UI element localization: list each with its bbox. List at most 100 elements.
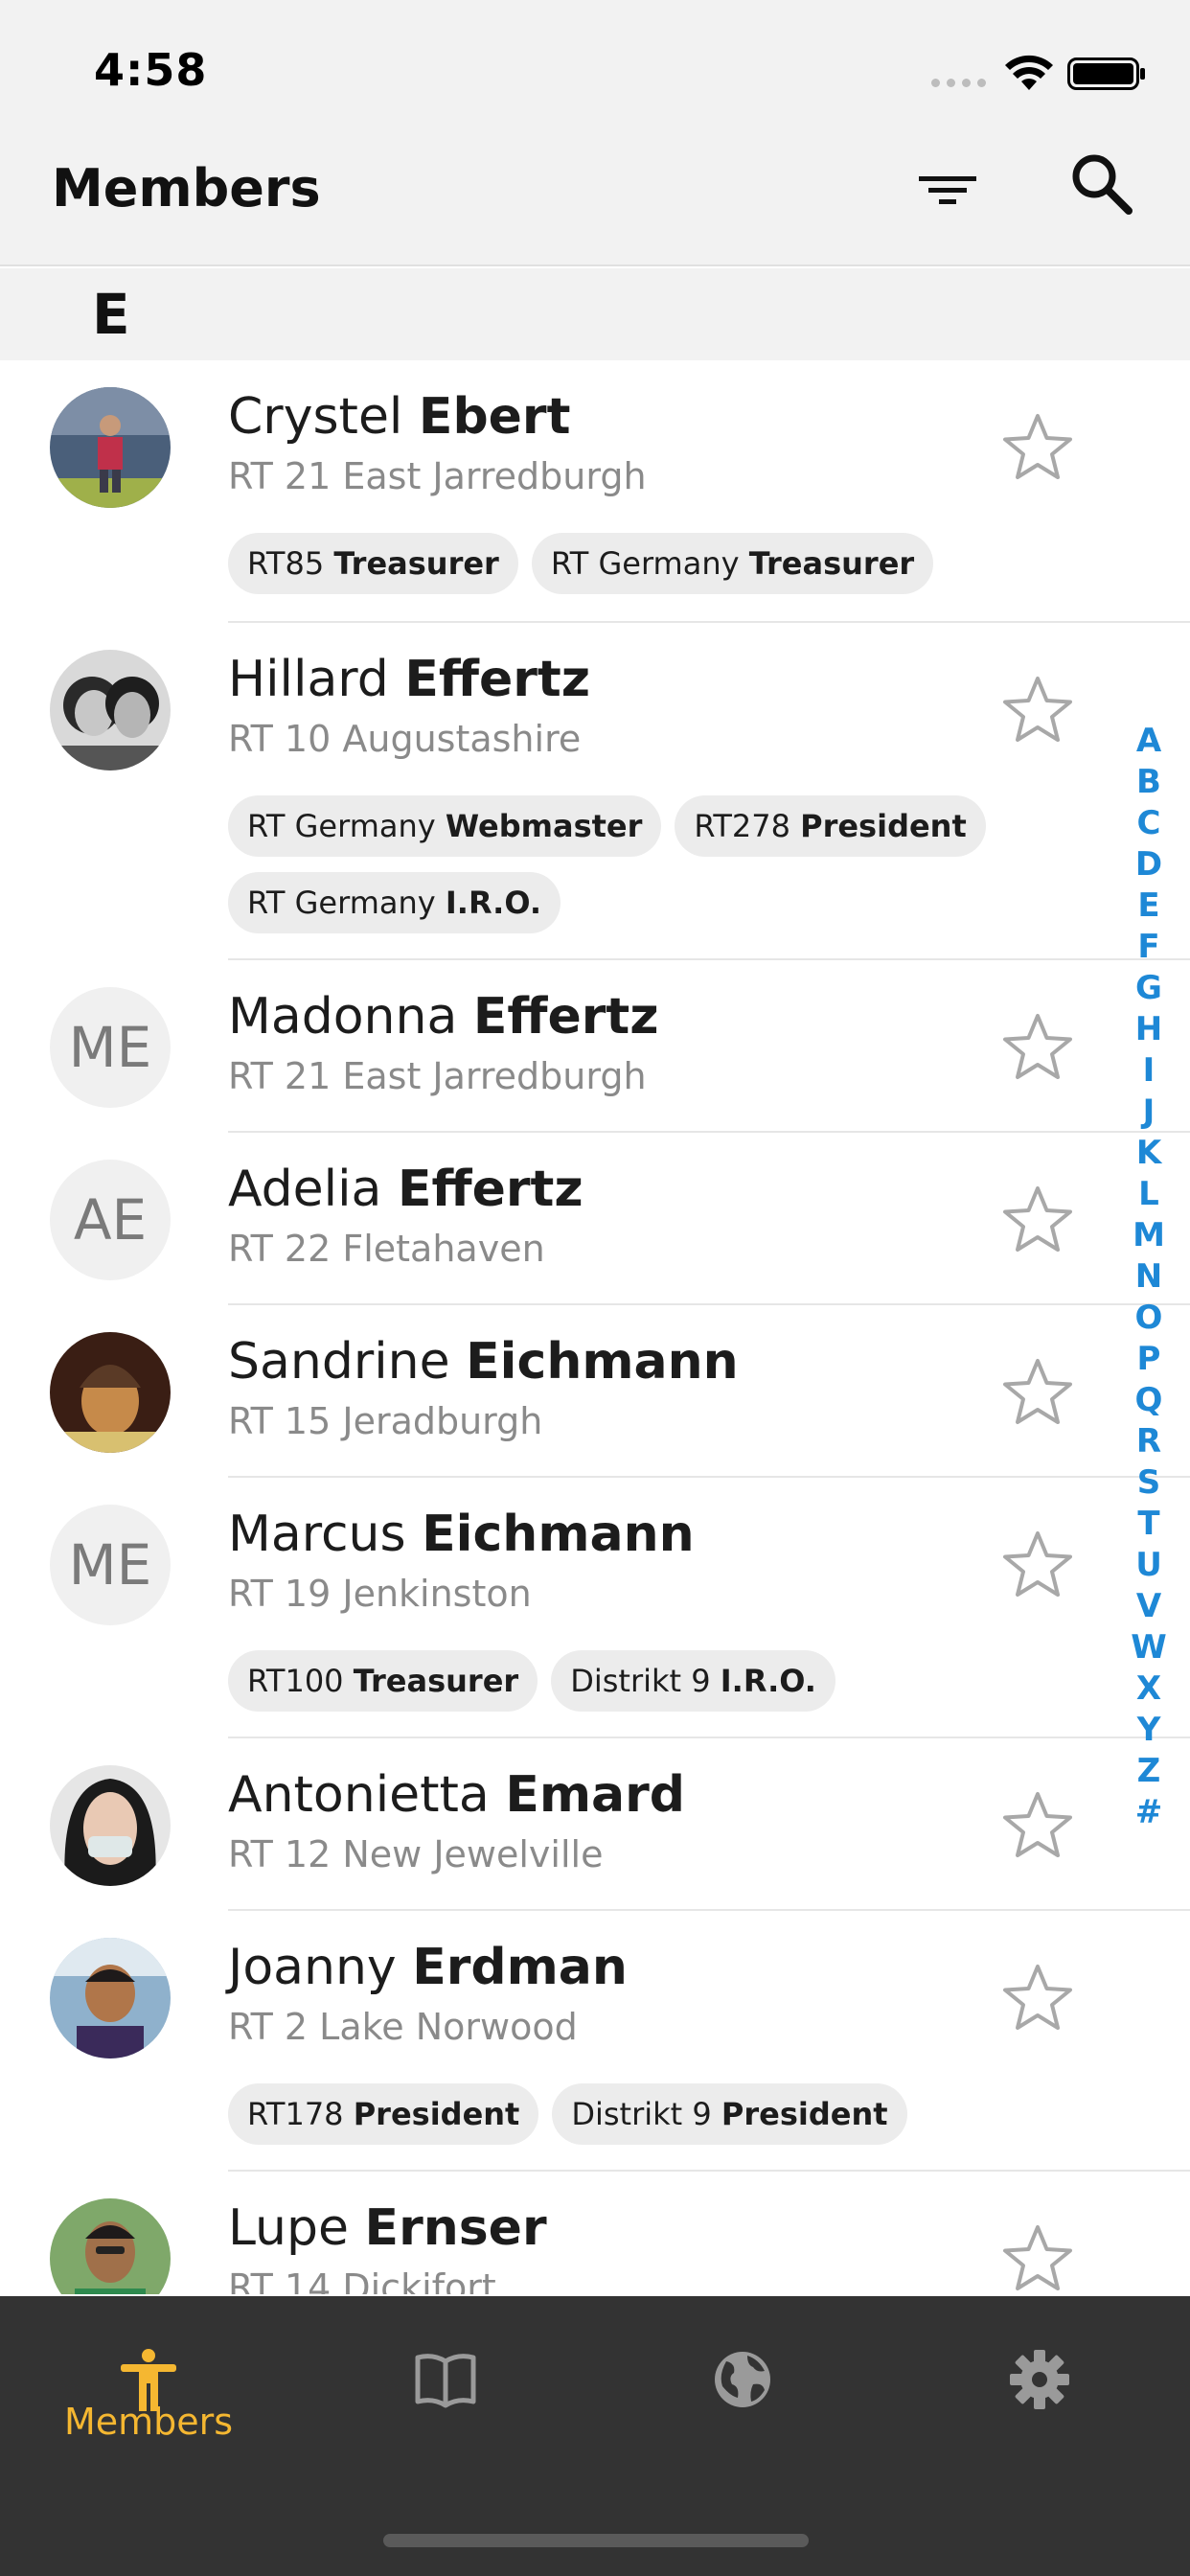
member-row[interactable]: Crystel Ebert RT 21 East Jarredburgh RT8… xyxy=(0,360,1190,623)
index-letter[interactable]: K xyxy=(1125,1133,1173,1174)
role-chip[interactable]: Distrikt 9 President xyxy=(552,2083,907,2145)
index-letter[interactable]: W xyxy=(1125,1627,1173,1668)
index-letter[interactable]: A xyxy=(1125,721,1173,762)
status-time: 4:58 xyxy=(94,44,208,96)
home-indicator[interactable] xyxy=(383,2534,809,2547)
index-letter[interactable]: Y xyxy=(1125,1710,1173,1751)
status-bar: 4:58 xyxy=(0,0,1190,134)
index-letter[interactable]: N xyxy=(1125,1256,1173,1298)
tab-library[interactable] xyxy=(297,2296,594,2517)
tab-world[interactable] xyxy=(594,2296,891,2517)
index-letter[interactable]: P xyxy=(1125,1339,1173,1380)
first-name: Lupe xyxy=(228,2199,350,2257)
role-chip[interactable]: RT85 Treasurer xyxy=(228,533,518,594)
member-row[interactable]: ME Madonna Effertz RT 21 East Jarredburg… xyxy=(0,960,1190,1133)
member-row[interactable]: ME Marcus Eichmann RT 19 Jenkinston RT10… xyxy=(0,1478,1190,1738)
star-icon[interactable] xyxy=(1000,1790,1075,1861)
index-letter[interactable]: T xyxy=(1125,1504,1173,1545)
member-table: RT 21 East Jarredburgh xyxy=(228,1055,647,1097)
search-icon[interactable] xyxy=(1065,148,1138,220)
index-letter[interactable]: H xyxy=(1125,1009,1173,1050)
avatar xyxy=(50,1938,171,2058)
index-letter[interactable]: F xyxy=(1125,927,1173,968)
index-letter[interactable]: B xyxy=(1125,762,1173,803)
role-org: Distrikt 9 xyxy=(571,2096,712,2132)
role-org: RT278 xyxy=(694,808,790,844)
index-letter[interactable]: Z xyxy=(1125,1751,1173,1792)
navigation-header: Members xyxy=(0,134,1190,266)
index-letter[interactable]: C xyxy=(1125,803,1173,844)
member-table: RT 19 Jenkinston xyxy=(228,1573,532,1615)
member-row[interactable]: AE Adelia Effertz RT 22 Fletahaven xyxy=(0,1133,1190,1305)
member-table: RT 21 East Jarredburgh xyxy=(228,455,647,497)
avatar-initials: AE xyxy=(50,1160,171,1280)
role-org: Distrikt 9 xyxy=(570,1663,711,1699)
star-icon[interactable] xyxy=(1000,675,1075,746)
index-letter[interactable]: G xyxy=(1125,968,1173,1009)
member-table: RT 2 Lake Norwood xyxy=(228,2006,578,2048)
first-name: Hillard xyxy=(228,651,389,708)
star-icon[interactable] xyxy=(1000,1963,1075,2034)
member-name: Antonietta Emard xyxy=(228,1763,685,1827)
member-table: RT 12 New Jewelville xyxy=(228,1833,604,1875)
role-chip[interactable]: RT100 Treasurer xyxy=(228,1650,538,1712)
role-chip[interactable]: RT Germany Webmaster xyxy=(228,795,662,857)
index-letter[interactable]: Q xyxy=(1125,1380,1173,1421)
filter-icon[interactable] xyxy=(914,153,981,220)
member-row[interactable]: Joanny Erdman RT 2 Lake Norwood RT178 Pr… xyxy=(0,1911,1190,2172)
member-name: Hillard Effertz xyxy=(228,648,590,711)
last-name: Ebert xyxy=(418,388,571,446)
index-letter[interactable]: U xyxy=(1125,1545,1173,1586)
role-title: Treasurer xyxy=(748,545,915,582)
role-chip[interactable]: RT Germany I.R.O. xyxy=(228,872,561,933)
member-list[interactable]: Crystel Ebert RT 21 East Jarredburgh RT8… xyxy=(0,360,1190,2294)
role-title: Treasurer xyxy=(333,545,499,582)
star-icon[interactable] xyxy=(1000,1357,1075,1428)
index-letter[interactable]: R xyxy=(1125,1421,1173,1462)
index-letter[interactable]: D xyxy=(1125,844,1173,886)
avatar xyxy=(50,2198,171,2294)
star-icon[interactable] xyxy=(1000,412,1075,483)
tab-members[interactable]: Members xyxy=(0,2296,297,2517)
cellular-signal-icon xyxy=(931,79,986,87)
first-name: Sandrine xyxy=(228,1333,450,1391)
member-row[interactable]: Lupe Ernser RT 14 Dickifort xyxy=(0,2172,1190,2294)
star-icon[interactable] xyxy=(1000,2223,1075,2294)
section-letter: E xyxy=(92,282,130,347)
member-row[interactable]: Antonietta Emard RT 12 New Jewelville xyxy=(0,1738,1190,1911)
last-name: Effertz xyxy=(397,1161,584,1218)
star-icon[interactable] xyxy=(1000,1184,1075,1255)
first-name: Crystel xyxy=(228,388,403,446)
member-row[interactable]: Sandrine Eichmann RT 15 Jeradburgh xyxy=(0,1305,1190,1478)
index-letter[interactable]: L xyxy=(1125,1174,1173,1215)
role-chip[interactable]: Distrikt 9 I.R.O. xyxy=(551,1650,835,1712)
last-name: Effertz xyxy=(404,651,590,708)
star-icon[interactable] xyxy=(1000,1530,1075,1600)
avatar-initials: ME xyxy=(50,1505,171,1625)
member-table: RT 10 Augustashire xyxy=(228,718,582,760)
tab-settings[interactable] xyxy=(891,2296,1188,2517)
page-title: Members xyxy=(52,158,321,218)
index-letter[interactable]: X xyxy=(1125,1668,1173,1710)
index-letter[interactable]: V xyxy=(1125,1586,1173,1627)
role-chip[interactable]: RT178 President xyxy=(228,2083,539,2145)
star-icon[interactable] xyxy=(1000,1012,1075,1083)
first-name: Joanny xyxy=(228,1939,397,1996)
role-title: I.R.O. xyxy=(720,1663,816,1699)
gear-icon xyxy=(1010,2350,1069,2409)
member-row[interactable]: Hillard Effertz RT 10 Augustashire RT Ge… xyxy=(0,623,1190,960)
index-letter[interactable]: I xyxy=(1125,1050,1173,1092)
tab-label: Members xyxy=(63,2401,234,2443)
role-chip[interactable]: RT Germany Treasurer xyxy=(531,533,934,594)
role-org: RT100 xyxy=(247,1663,344,1699)
member-name: Madonna Effertz xyxy=(228,985,659,1048)
role-chip[interactable]: RT278 President xyxy=(675,795,986,857)
index-letter[interactable]: S xyxy=(1125,1462,1173,1504)
index-letter[interactable]: # xyxy=(1125,1792,1173,1833)
index-letter[interactable]: O xyxy=(1125,1298,1173,1339)
alphabet-index[interactable]: A B C D E F G H I J K L M N O P Q R S T U V W X Y Z # xyxy=(1125,721,1173,1833)
index-letter[interactable]: J xyxy=(1125,1092,1173,1133)
index-letter[interactable]: E xyxy=(1125,886,1173,927)
role-org: RT Germany xyxy=(247,808,436,844)
index-letter[interactable]: M xyxy=(1125,1215,1173,1256)
